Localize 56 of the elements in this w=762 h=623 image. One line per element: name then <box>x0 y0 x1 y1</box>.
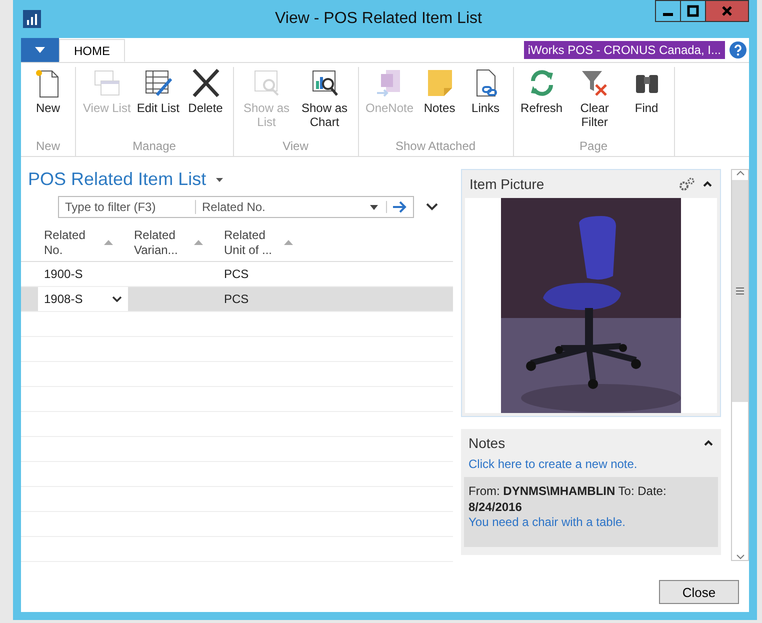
collapse-icon[interactable] <box>704 440 713 446</box>
grip-icon[interactable] <box>736 287 744 295</box>
create-note-link[interactable]: Click here to create a new note. <box>460 457 721 471</box>
ribbon-button[interactable]: Find <box>624 67 670 139</box>
group-label: New <box>36 139 60 155</box>
chevron-down-icon[interactable] <box>112 296 122 302</box>
scrollbar[interactable] <box>731 169 749 561</box>
ribbon-tab[interactable]: HOME <box>59 39 125 62</box>
ribbon-button[interactable]: New <box>25 67 71 139</box>
column-header[interactable]: Related Unit of ... <box>224 228 274 258</box>
group-label: View <box>282 139 308 155</box>
filter-column-select[interactable]: Related No. <box>196 200 370 214</box>
scroll-down-icon[interactable] <box>736 554 744 560</box>
arrow-right-icon[interactable] <box>386 201 407 213</box>
column-header[interactable]: Related Varian... <box>134 228 184 258</box>
close-dialog-button[interactable]: Close <box>659 580 739 604</box>
panel-title: Notes <box>468 435 506 451</box>
table-row[interactable]: 1908-S PCS <box>21 287 452 312</box>
ribbon-button[interactable]: Delete <box>182 67 228 139</box>
scroll-up-icon[interactable] <box>736 170 744 176</box>
dropdown-icon[interactable] <box>370 204 378 210</box>
maximize-button[interactable] <box>680 0 706 22</box>
note-text[interactable]: You need a chair with a table. <box>468 515 713 529</box>
caret-icon <box>35 47 45 53</box>
maximize-icon <box>687 5 699 17</box>
page-title: POS Related Item List <box>28 169 206 190</box>
table-cell: 1908-S <box>44 292 83 306</box>
ribbon-button[interactable]: Refresh <box>518 67 566 139</box>
close-button[interactable] <box>705 0 749 22</box>
group-label: Show Attached <box>395 139 476 155</box>
chevron-down-icon[interactable] <box>426 203 438 211</box>
table-cell: PCS <box>224 292 249 306</box>
minimize-button[interactable] <box>655 0 681 22</box>
help-icon[interactable] <box>729 41 747 59</box>
note-header: From: DYNMS\MHAMBLIN To: Date: 8/24/2016 <box>468 483 668 515</box>
column-header[interactable]: Related No. <box>44 228 94 258</box>
close-icon <box>721 5 733 17</box>
window-title: View - POS Related Item List <box>274 10 483 28</box>
app-icon <box>23 10 41 28</box>
ribbon-button[interactable]: Clear Filter <box>566 67 624 139</box>
panel-title: Item Picture <box>470 176 546 192</box>
ribbon-button[interactable]: Links <box>462 67 509 139</box>
group-label: Page <box>580 139 608 155</box>
dropdown-icon[interactable] <box>216 178 224 182</box>
delete-icon <box>190 67 220 99</box>
company-badge: iWorks POS - CRONUS Canada, I... <box>524 41 725 59</box>
table-cell: PCS <box>224 267 249 281</box>
ribbon-button[interactable]: Edit List <box>134 67 182 139</box>
gears-icon[interactable] <box>679 177 695 191</box>
application-menu-button[interactable] <box>21 38 59 62</box>
table-cell: 1900-S <box>44 267 83 281</box>
ribbon-button[interactable]: Notes <box>416 67 463 139</box>
collapse-icon[interactable] <box>703 181 712 187</box>
minimize-icon <box>663 13 673 16</box>
ribbon-button[interactable]: Show as Chart <box>296 67 354 139</box>
group-label: Manage <box>132 139 176 155</box>
